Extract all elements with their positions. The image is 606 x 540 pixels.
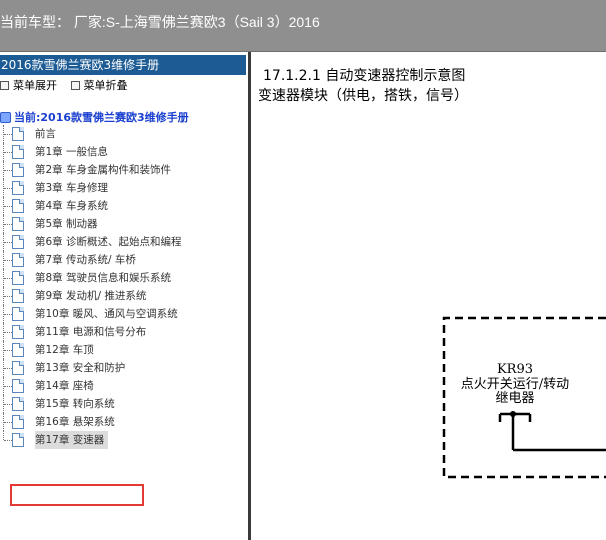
tree-root-label: 当前:2016款雪佛兰赛欧3维修手册 — [14, 111, 189, 124]
sidebar: 2016款雪佛兰赛欧3维修手册 菜单展开 菜单折叠 当前:2016款雪佛兰赛欧3… — [0, 52, 248, 540]
document-icon — [12, 253, 24, 267]
tree-connector — [4, 296, 12, 297]
tree-item[interactable]: 第12章 车顶 — [0, 341, 248, 359]
tree-connector — [4, 170, 12, 171]
tree-connector — [4, 332, 12, 333]
vehicle-model-title: 当前车型： 厂家:S-上海雪佛兰赛欧3（Sail 3）2016 — [0, 14, 320, 30]
tree-item-label: 第15章 转向系统 — [35, 398, 115, 410]
tree-actions: 菜单展开 菜单折叠 — [0, 78, 138, 94]
manual-title: 2016款雪佛兰赛欧3维修手册 — [0, 55, 246, 75]
tree-item[interactable]: 第15章 转向系统 — [0, 395, 248, 413]
tree-item[interactable]: 第7章 传动系统/ 车桥 — [0, 251, 248, 269]
tree-item[interactable]: 前言 — [0, 125, 248, 143]
tree-item-label: 第6章 诊断概述、起始点和编程 — [35, 236, 182, 248]
tree-item[interactable]: 第4章 车身系统 — [0, 197, 248, 215]
tree-item[interactable]: 第9章 发动机/ 推进系统 — [0, 287, 248, 305]
tree-connector — [4, 314, 12, 315]
tree-connector — [4, 206, 12, 207]
tree-item[interactable]: 第1章 一般信息 — [0, 143, 248, 161]
tree-item-label: 第14章 座椅 — [35, 380, 94, 392]
tree-item[interactable]: 第10章 暖风、通风与空调系统 — [0, 305, 248, 323]
tree-connector — [4, 242, 12, 243]
wiring-diagram: KR93 点火开关运行/转动 继电器 — [442, 316, 606, 479]
tree-item-label: 第3章 车身修理 — [35, 182, 109, 194]
document-icon — [12, 307, 24, 321]
tree-item[interactable]: 第6章 诊断概述、起始点和编程 — [0, 233, 248, 251]
document-icon — [12, 271, 24, 285]
tree-item-label: 第17章 变速器 — [35, 431, 109, 449]
tree-item[interactable]: 第17章 变速器 — [0, 431, 248, 449]
tree-item[interactable]: 第13章 安全和防护 — [0, 359, 248, 377]
tree-item[interactable]: 第11章 电源和信号分布 — [0, 323, 248, 341]
tree-item[interactable]: 第2章 车身金属构件和装饰件 — [0, 161, 248, 179]
document-icon — [12, 217, 24, 231]
tree-connector — [4, 224, 12, 225]
document-icon — [12, 163, 24, 177]
document-icon — [12, 361, 24, 375]
component-id: KR93 — [497, 362, 533, 377]
content-pane: 17.1.2.1 自动变速器控制示意图 变速器模块（供电，搭铁，信号） KR93… — [251, 52, 606, 540]
tree-item-label: 第10章 暖风、通风与空调系统 — [35, 308, 178, 320]
expand-menu-label: 菜单展开 — [13, 79, 57, 92]
tree-connector — [4, 188, 12, 189]
document-icon — [12, 415, 24, 429]
tree-item-label: 第9章 发动机/ 推进系统 — [35, 290, 147, 302]
collapse-menu-label: 菜单折叠 — [83, 79, 128, 92]
tree-connector — [4, 134, 12, 135]
tree-item[interactable]: 第16章 悬架系统 — [0, 413, 248, 431]
tree-item-label: 第13章 安全和防护 — [35, 362, 126, 374]
tree-item-label: 第2章 车身金属构件和装饰件 — [35, 164, 172, 176]
document-icon — [12, 199, 24, 213]
tree-item-label: 第1章 一般信息 — [35, 146, 109, 158]
tree-item-label: 第16章 悬架系统 — [35, 416, 115, 428]
document-icon — [12, 235, 24, 249]
document-icon — [12, 325, 24, 339]
document-icon — [12, 433, 24, 447]
tree-item-label: 第12章 车顶 — [35, 344, 94, 356]
tree-connector — [4, 350, 12, 351]
tree-item[interactable]: 第5章 制动器 — [0, 215, 248, 233]
book-icon — [0, 112, 11, 123]
tree-connector — [3, 431, 4, 440]
tree-connector — [4, 260, 12, 261]
tree-connector — [4, 278, 12, 279]
tree-item-label: 第8章 驾驶员信息和娱乐系统 — [35, 272, 172, 284]
tree-connector — [4, 404, 12, 405]
document-icon — [12, 343, 24, 357]
expand-menu-button[interactable]: 菜单展开 — [0, 78, 57, 94]
document-icon — [12, 379, 24, 393]
expand-icon — [0, 81, 9, 90]
tree-connector — [4, 152, 12, 153]
component-name-line2: 继电器 — [495, 391, 534, 406]
selection-highlight-box — [10, 484, 144, 506]
tree-connector — [4, 386, 12, 387]
tree-connector — [4, 422, 12, 423]
tree-item-label: 前言 — [35, 128, 56, 140]
tree-item[interactable]: 第3章 车身修理 — [0, 179, 248, 197]
top-bar: 当前车型： 厂家:S-上海雪佛兰赛欧3（Sail 3）2016 — [0, 0, 606, 52]
tree-item-label: 第5章 制动器 — [35, 218, 98, 230]
component-name-line1: 点火开关运行/转动 — [461, 377, 569, 392]
document-icon — [12, 397, 24, 411]
document-icon — [12, 181, 24, 195]
tree-item[interactable]: 第14章 座椅 — [0, 377, 248, 395]
document-icon — [12, 289, 24, 303]
document-icon — [12, 127, 24, 141]
collapse-icon — [70, 81, 80, 90]
tree-item-label: 第11章 电源和信号分布 — [35, 326, 147, 338]
tree-item[interactable]: 第8章 驾驶员信息和娱乐系统 — [0, 269, 248, 287]
document-icon — [12, 145, 24, 159]
tree-connector — [4, 440, 12, 441]
tree-item-label: 第4章 车身系统 — [35, 200, 109, 212]
collapse-menu-button[interactable]: 菜单折叠 — [70, 78, 128, 94]
tree-item-label: 第7章 传动系统/ 车桥 — [35, 254, 136, 266]
tree-connector — [4, 368, 12, 369]
